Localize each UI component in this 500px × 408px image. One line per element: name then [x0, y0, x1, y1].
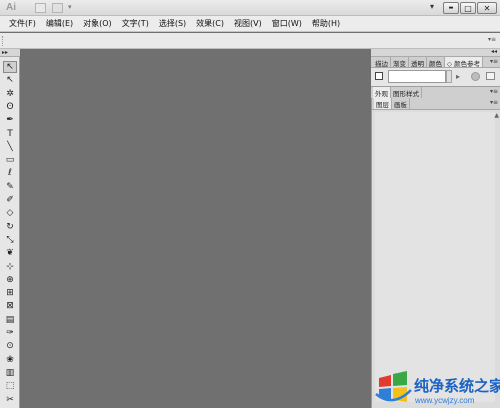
color-controls-row: ▸ — [371, 68, 500, 86]
eraser-tool-icon[interactable]: ◇ — [3, 207, 17, 219]
panel-tab[interactable]: 颜色 — [427, 57, 445, 68]
collapse-panels-icon[interactable]: ◂◂ — [491, 48, 497, 55]
pencil-tool-icon[interactable]: ✎ — [3, 181, 17, 193]
paintbrush-tool-icon[interactable]: ℓ — [3, 167, 17, 179]
layers-panel-tabs: 图层 画板 ▾≡ — [372, 98, 500, 110]
magic-wand-tool-icon[interactable]: ✲ — [3, 88, 17, 100]
menu-item[interactable]: 视图(V) — [229, 18, 267, 29]
direct-selection-tool-icon[interactable]: ↖ — [3, 74, 17, 86]
panel-tab[interactable]: 描边 — [373, 57, 391, 68]
color-panel-tabs: 描边 渐变 透明 颜色 ◇ 颜色参考 ▾≡ — [371, 57, 500, 68]
panel-tab[interactable]: 外观 — [373, 87, 391, 98]
menu-item[interactable]: 窗口(W) — [267, 18, 307, 29]
panel-tab[interactable]: ◇ 颜色参考 — [445, 57, 484, 68]
pen-tool-icon[interactable]: ✒ — [3, 114, 17, 126]
panel-tab[interactable]: 画板 — [392, 98, 410, 109]
arrange-documents-caret-icon[interactable]: ▾ — [68, 3, 72, 13]
control-bar-menu-icon[interactable]: ▾≡ — [488, 36, 496, 43]
menu-item[interactable]: 选择(S) — [154, 18, 191, 29]
menu-item[interactable]: 效果(C) — [191, 18, 229, 29]
type-tool-icon[interactable]: T — [3, 128, 17, 140]
eyedropper-tool-icon[interactable]: ✑ — [3, 327, 17, 339]
symbol-sprayer-tool-icon[interactable]: ❀ — [3, 354, 17, 366]
windows-logo-icon — [375, 371, 412, 402]
artboard-tool-icon[interactable]: ⬚ — [3, 380, 17, 392]
bridge-icon[interactable] — [35, 3, 46, 13]
panel-dock-header[interactable]: ◂◂ — [371, 48, 500, 57]
swatch-icon[interactable] — [375, 72, 383, 80]
slice-tool-icon[interactable]: ✂ — [3, 394, 17, 406]
minimize-icon: ▬ — [448, 5, 454, 11]
panel-tab[interactable]: 图层 — [374, 98, 392, 109]
column-graph-tool-icon[interactable]: ▥ — [3, 367, 17, 379]
panel-tab[interactable]: 图形样式 — [391, 87, 422, 98]
workspace-switcher-caret-icon[interactable]: ▾ — [430, 2, 434, 11]
panel-menu-icon[interactable]: ▾≡ — [488, 57, 500, 67]
appearance-panel-tabs: 外观 图形样式 ▾≡ — [371, 87, 500, 98]
blob-brush-tool-icon[interactable]: ✐ — [3, 194, 17, 206]
warp-tool-icon[interactable]: ❦ — [3, 247, 17, 259]
mesh-tool-icon[interactable]: ⊠ — [3, 300, 17, 312]
panel-tab[interactable]: 渐变 — [391, 57, 409, 68]
maximize-icon: □ — [464, 3, 472, 13]
appearance-panel: 外观 图形样式 ▾≡ — [371, 87, 500, 98]
rectangle-tool-icon[interactable]: ▭ — [3, 154, 17, 166]
scroll-up-icon[interactable]: ▲ — [494, 112, 499, 119]
watermark: 纯净系统之家 www.ycwjzy.com — [373, 368, 500, 408]
scale-tool-icon[interactable]: ⤡ — [3, 234, 17, 246]
free-transform-tool-icon[interactable]: ⊹ — [3, 261, 17, 273]
gradient-tool-icon[interactable]: ▤ — [3, 314, 17, 326]
maximize-button[interactable]: □ — [460, 2, 476, 14]
title-bar: Ai ▾ ▾ ▬ □ ✕ — [0, 0, 500, 16]
color-guide-panel: 描边 渐变 透明 颜色 ◇ 颜色参考 ▾≡ ▸ — [371, 57, 500, 87]
arrange-documents-icon[interactable] — [52, 3, 63, 13]
color-wheel-icon[interactable] — [471, 72, 480, 81]
watermark-title: 纯净系统之家 — [414, 377, 500, 395]
app-logo: Ai — [6, 2, 16, 13]
menu-item[interactable]: 对象(O) — [78, 18, 117, 29]
panel-menu-icon[interactable]: ▾≡ — [488, 98, 500, 109]
color-value-field[interactable] — [388, 70, 446, 83]
blend-tool-icon[interactable]: ⊙ — [3, 340, 17, 352]
shape-builder-tool-icon[interactable]: ⊕ — [3, 274, 17, 286]
close-icon: ✕ — [483, 3, 491, 13]
line-tool-icon[interactable]: ╲ — [3, 141, 17, 153]
menu-item[interactable]: 文字(T) — [117, 18, 154, 29]
document-canvas-area[interactable] — [21, 49, 370, 408]
control-bar-grip[interactable] — [2, 36, 4, 46]
panel-tab[interactable]: 透明 — [409, 57, 427, 68]
perspective-grid-tool-icon[interactable]: ⊞ — [3, 287, 17, 299]
layers-panel: 图层 画板 ▾≡ ▲ — [371, 98, 500, 408]
control-bar: ▾≡ — [0, 33, 500, 49]
watermark-url: www.ycwjzy.com — [415, 396, 475, 405]
lasso-tool-icon[interactable]: ʘ — [3, 101, 17, 113]
tools-panel: ↖ ↖ ✲ ʘ ✒ T ╲ ▭ ℓ ✎ ✐ ◇ ↻ ⤡ ❦ ⊹ ⊕ ⊞ ⊠ ▤ ✑ ⊙ ❀ ▥ ⬚ ✂ — [0, 57, 20, 408]
close-button[interactable]: ✕ — [477, 2, 497, 14]
harmony-picker-icon[interactable]: ▸ — [456, 72, 460, 81]
expand-tools-icon[interactable]: ▸▸ — [2, 49, 8, 56]
layers-list[interactable] — [375, 112, 495, 402]
menu-item[interactable]: 编辑(E) — [41, 18, 78, 29]
menu-item[interactable]: 文件(F) — [4, 18, 41, 29]
rotate-tool-icon[interactable]: ↻ — [3, 221, 17, 233]
menu-bar: 文件(F) 编辑(E) 对象(O) 文字(T) 选择(S) 效果(C) 视图(V) 窗口(W)… — [0, 16, 500, 32]
tools-panel-header[interactable]: ▸▸ — [0, 49, 20, 57]
minimize-button[interactable]: ▬ — [443, 2, 459, 14]
field-scroll-icon[interactable] — [446, 70, 452, 83]
save-swatch-icon[interactable] — [486, 72, 495, 80]
menu-item[interactable]: 帮助(H) — [307, 18, 345, 29]
selection-tool-icon[interactable]: ↖ — [3, 61, 17, 73]
panel-menu-icon[interactable]: ▾≡ — [488, 87, 500, 98]
